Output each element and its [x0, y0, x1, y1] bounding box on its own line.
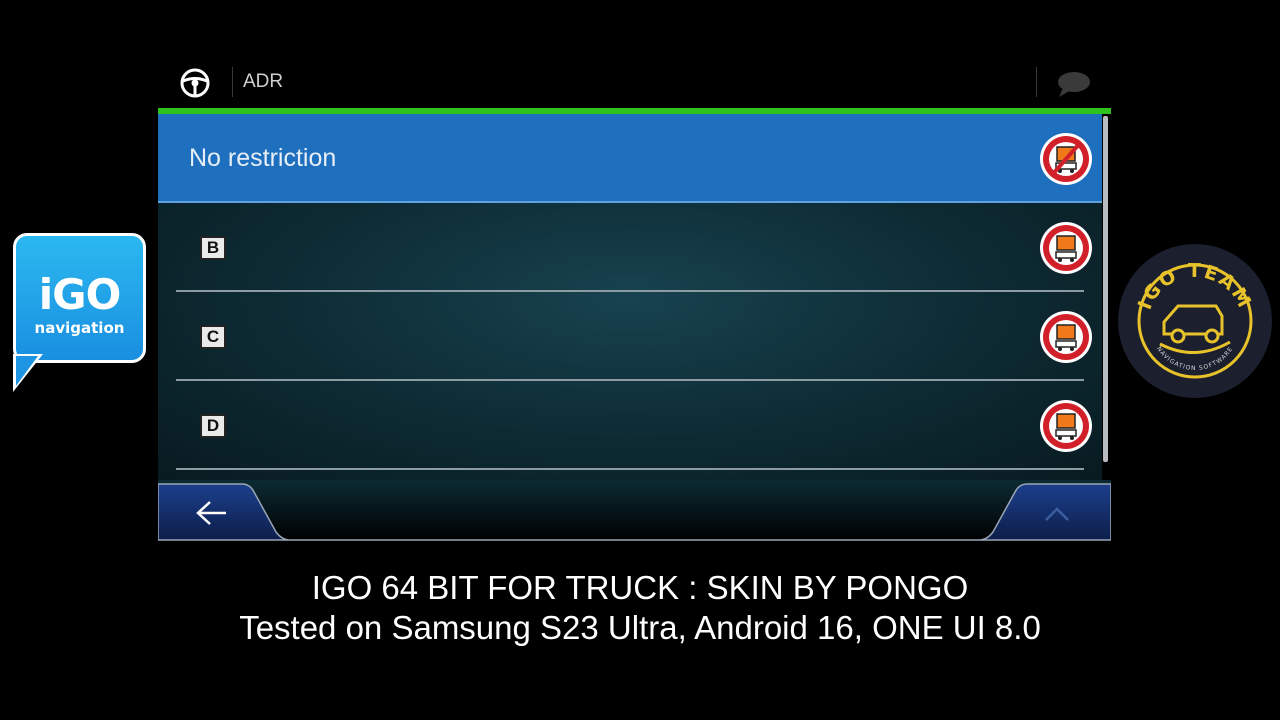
- row-divider: [176, 468, 1084, 470]
- navigation-app-window: ADR No restriction B C D: [158, 56, 1111, 542]
- no-hazmat-sign-icon: [1040, 133, 1092, 185]
- option-label: C: [200, 325, 226, 349]
- page-title: ADR: [243, 71, 284, 92]
- header-separator: [232, 67, 233, 97]
- igo-team-badge: IGO TEAM NAVIGATION SOFTWARE: [1118, 244, 1272, 398]
- caption-line-2: Tested on Samsung S23 Ultra, Android 16,…: [239, 609, 1041, 646]
- adr-options-list: No restriction B C D: [158, 114, 1102, 484]
- video-caption: IGO 64 BIT FOR TRUCK : SKIN BY PONGO Tes…: [0, 568, 1280, 648]
- option-label: B: [200, 236, 226, 260]
- steering-wheel-icon[interactable]: [179, 67, 211, 99]
- option-b[interactable]: B: [158, 203, 1102, 292]
- caption-line-1: IGO 64 BIT FOR TRUCK : SKIN BY PONGO: [311, 569, 969, 606]
- igo-navigation-logo: iGO navigation: [13, 233, 146, 392]
- option-d[interactable]: D: [158, 381, 1102, 470]
- hazmat-sign-icon: [1040, 400, 1092, 452]
- option-no-restriction[interactable]: No restriction: [158, 114, 1102, 203]
- option-label: No restriction: [189, 144, 337, 172]
- bottom-bar: [158, 480, 1111, 542]
- logo-wordmark: iGO: [38, 270, 122, 319]
- hazmat-sign-icon: [1040, 311, 1092, 363]
- option-label: D: [200, 414, 226, 438]
- option-c[interactable]: C: [158, 292, 1102, 381]
- header-separator: [1036, 67, 1037, 97]
- hazmat-sign-icon: [1040, 222, 1092, 274]
- list-scrollbar[interactable]: [1103, 116, 1108, 462]
- chat-bubble-icon[interactable]: [1055, 70, 1091, 98]
- top-bar: ADR: [158, 56, 1111, 108]
- logo-subtitle: navigation: [34, 319, 125, 337]
